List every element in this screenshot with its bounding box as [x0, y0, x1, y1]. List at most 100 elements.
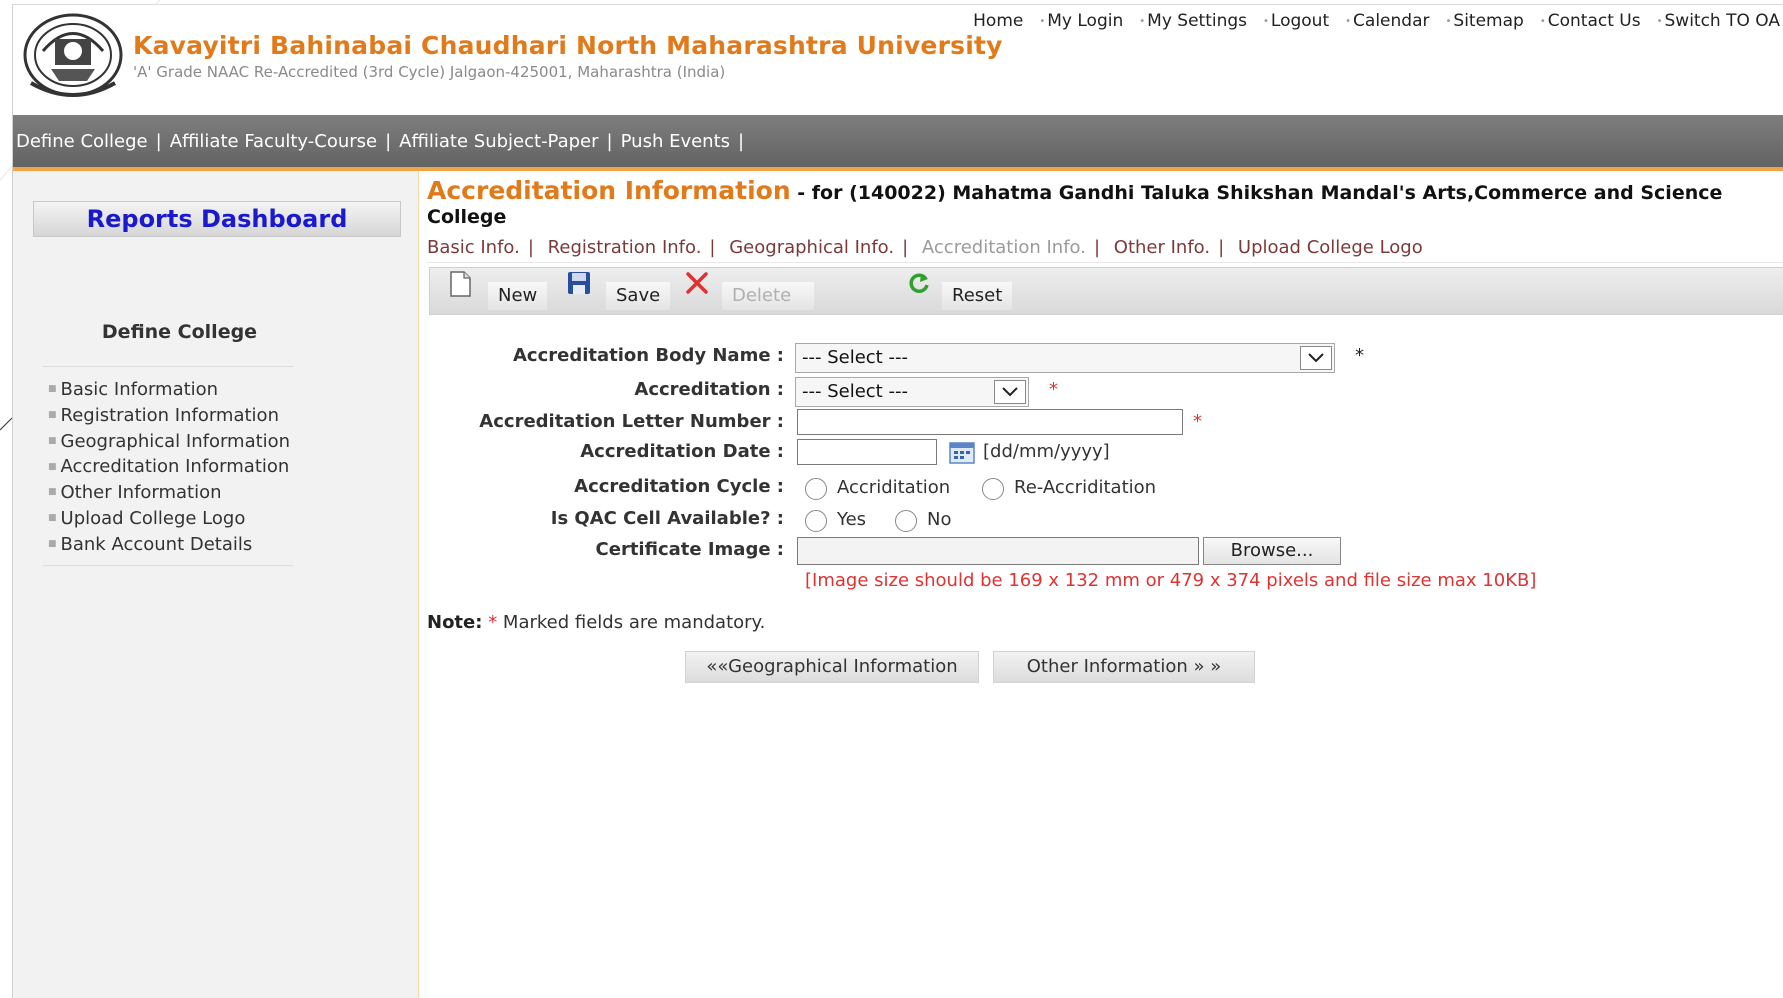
tab-other-info[interactable]: Other Info. — [1114, 237, 1210, 258]
required-marker: * — [488, 612, 498, 633]
radio-qac-no[interactable] — [895, 510, 917, 532]
new-button-label: New — [488, 282, 548, 310]
page-title: Accreditation Information - for (140022)… — [427, 176, 1783, 229]
top-link-label: Sitemap — [1453, 11, 1524, 31]
toolbar: New Save Delete Reset — [429, 267, 1783, 315]
select-value: --- Select --- — [802, 347, 908, 368]
sidebar-item-other-information[interactable]: ■ Other Information — [48, 480, 290, 506]
radio-label: Yes — [837, 509, 867, 530]
select-value: --- Select --- — [802, 381, 908, 402]
sidebar-item-label: Basic Information — [60, 379, 219, 400]
field-label: Accreditation Letter Number : — [479, 411, 784, 432]
tab-basic-info[interactable]: Basic Info. — [427, 237, 520, 258]
new-button[interactable]: New — [448, 268, 548, 314]
image-size-hint: [Image size should be 169 x 132 mm or 47… — [805, 570, 1537, 591]
field-label: Accreditation Body Name : — [513, 345, 784, 366]
field-label: Certificate Image : — [595, 539, 784, 560]
menu-separator: | — [738, 130, 745, 152]
required-marker: * — [1049, 379, 1058, 400]
field-label: Is QAC Cell Available? : — [550, 508, 784, 529]
menu-item-push-events[interactable]: Push Events — [621, 131, 730, 152]
sidebar-item-upload-college-logo[interactable]: ■ Upload College Logo — [48, 506, 290, 532]
note-text: Marked fields are mandatory. — [497, 612, 766, 633]
sidebar-item-label: Bank Account Details — [60, 533, 253, 555]
prev-geographical-button[interactable]: ««Geographical Information — [685, 651, 979, 683]
date-format-hint: [dd/mm/yyyy] — [983, 441, 1110, 462]
sidebar-item-bank-account-details[interactable]: ■ Bank Account Details — [48, 532, 290, 558]
page-title-accent: Accreditation Information — [427, 176, 791, 205]
radio-re-accriditation[interactable] — [982, 478, 1004, 500]
sidebar-item-geographical-information[interactable]: ■ Geographical Information — [48, 429, 290, 455]
reset-button-label: Reset — [942, 282, 1013, 310]
save-disk-icon — [568, 272, 590, 294]
tab-geographical-info[interactable]: Geographical Info. — [729, 237, 894, 258]
top-link-my-settings[interactable]: • My Settings — [1139, 11, 1247, 31]
sidebar-item-label: Registration Information — [60, 404, 279, 426]
top-link-label: Calendar — [1353, 11, 1430, 31]
radio-qac-yes[interactable] — [805, 510, 827, 532]
sidebar-divider — [43, 565, 293, 566]
accreditation-date-input[interactable] — [797, 439, 937, 465]
top-link-home[interactable]: Home — [973, 11, 1023, 31]
reports-dashboard-button[interactable]: Reports Dashboard — [33, 201, 401, 237]
university-name: Kavayitri Bahinabai Chaudhari North Maha… — [133, 31, 1003, 60]
top-link-sitemap[interactable]: • Sitemap — [1446, 11, 1524, 31]
top-link-label: Logout — [1270, 11, 1330, 31]
menu-separator: | — [385, 130, 392, 152]
main-menu-bar: Define College | Affiliate Faculty-Cours… — [13, 115, 1783, 171]
delete-button[interactable]: Delete — [684, 268, 824, 314]
sidebar-divider — [43, 366, 293, 367]
certificate-file-input[interactable] — [797, 537, 1199, 565]
top-link-my-login[interactable]: • My Login — [1039, 11, 1123, 31]
radio-label: No — [927, 509, 952, 530]
sidebar-list: ■ Basic Information ■ Registration Informa… — [48, 377, 290, 557]
top-link-switch-to-oa[interactable]: • Switch TO OA — [1657, 11, 1780, 31]
chevron-down-icon — [994, 380, 1026, 404]
browse-button[interactable]: Browse... — [1203, 537, 1341, 565]
accreditation-body-select[interactable]: --- Select --- — [795, 343, 1335, 373]
sidebar-item-label: Other Information — [60, 482, 222, 503]
field-label: Accreditation Cycle : — [574, 476, 784, 497]
letter-number-input[interactable] — [797, 409, 1183, 435]
menu-item-define-college[interactable]: Define College — [16, 131, 148, 152]
tab-registration-info[interactable]: Registration Info. — [548, 237, 702, 258]
radio-accriditation[interactable] — [805, 478, 827, 500]
top-link-label: My Settings — [1147, 11, 1248, 31]
sidebar-item-registration-information[interactable]: ■ Registration Information — [48, 403, 290, 429]
top-link-logout[interactable]: • Logout — [1263, 11, 1329, 31]
required-marker: * — [1193, 411, 1202, 432]
university-subtitle: 'A' Grade NAAC Re-Accredited (3rd Cycle)… — [133, 63, 726, 81]
calendar-icon[interactable] — [949, 441, 975, 465]
delete-button-label: Delete — [722, 282, 814, 310]
radio-label: Re-Accriditation — [1014, 477, 1157, 498]
menu-item-affiliate-subject-paper[interactable]: Affiliate Subject-Paper — [399, 131, 598, 152]
sub-tabs: Basic Info. | Registration Info. | Geograp… — [427, 237, 1783, 263]
menu-item-affiliate-faculty-course[interactable]: Affiliate Faculty-Course — [170, 131, 377, 152]
sidebar: Reports Dashboard Define College ■ Basic … — [13, 171, 419, 998]
menu-separator: | — [606, 130, 613, 152]
tab-accreditation-info[interactable]: Accreditation Info. — [922, 237, 1086, 258]
radio-label: Accriditation — [837, 477, 951, 498]
chevron-down-icon — [1300, 346, 1332, 370]
sidebar-section-title: Define College — [101, 321, 258, 343]
field-label: Accreditation : — [634, 379, 784, 400]
mandatory-note: Note: * Marked fields are mandatory. — [427, 612, 765, 633]
accreditation-select[interactable]: --- Select --- — [795, 377, 1029, 407]
save-button[interactable]: Save — [566, 268, 676, 314]
reset-button[interactable]: Reset — [906, 268, 1026, 314]
university-logo — [21, 11, 125, 101]
sidebar-item-accreditation-information[interactable]: ■ Accreditation Information — [48, 454, 290, 480]
sidebar-item-basic-information[interactable]: ■ Basic Information — [48, 377, 290, 403]
next-other-information-button[interactable]: Other Information » » — [993, 651, 1255, 683]
tab-upload-college-logo[interactable]: Upload College Logo — [1238, 237, 1423, 258]
field-label: Accreditation Date : — [580, 441, 784, 462]
note-label: Note: — [427, 612, 483, 633]
top-link-contact-us[interactable]: • Contact Us — [1540, 11, 1641, 31]
top-links: Home • My Login • My Settings • Logout • Cal… — [973, 11, 1780, 31]
refresh-icon — [909, 273, 929, 293]
sidebar-item-label: Accreditation Information — [60, 456, 290, 478]
save-button-label: Save — [606, 282, 671, 310]
top-link-label: Switch TO OA — [1664, 11, 1781, 31]
app-page: Kavayitri Bahinabai Chaudhari North Maha… — [12, 4, 1783, 998]
top-link-calendar[interactable]: • Calendar — [1345, 11, 1429, 31]
